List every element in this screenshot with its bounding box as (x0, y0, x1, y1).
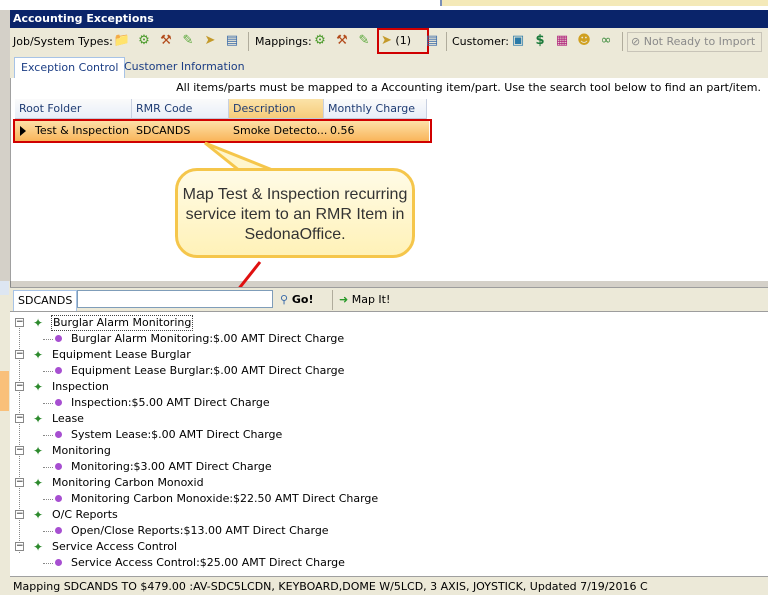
tree-item[interactable]: Monitoring:$3.00 AMT Direct Charge (10, 459, 510, 475)
status-bar: Mapping SDCANDS TO $479.00 :AV-SDC5LCDN,… (10, 576, 768, 595)
map-it-button[interactable]: ➜ Map It! (332, 290, 390, 310)
item-bullet-icon (55, 399, 62, 406)
collapse-icon[interactable]: − (15, 382, 24, 391)
folder-icon: ✦ (32, 412, 44, 426)
tree-category-label: O/C Reports (52, 508, 118, 521)
collapse-icon[interactable]: − (15, 542, 24, 551)
tree-item-label: Open/Close Reports:$13.00 AMT Direct Cha… (71, 524, 329, 537)
tree-item-label: Equipment Lease Burglar:$.00 AMT Direct … (71, 364, 345, 377)
collapse-icon[interactable]: − (15, 510, 24, 519)
tree-item-label: Burglar Alarm Monitoring:$.00 AMT Direct… (71, 332, 345, 345)
folder-icon: ✦ (32, 476, 44, 490)
item-bullet-icon (55, 367, 62, 374)
tree-category-label: Equipment Lease Burglar (52, 348, 191, 361)
tree-category-label: Monitoring Carbon Monoxid (52, 476, 204, 489)
folder-icon: ✦ (32, 540, 44, 554)
folder-icon: ✦ (32, 348, 44, 362)
tree-category-monitoring-carbon-monoxid[interactable]: − ✦ Monitoring Carbon Monoxid (10, 475, 410, 491)
go-label: Go! (291, 293, 314, 306)
tree-category-monitoring[interactable]: − ✦ Monitoring (10, 443, 410, 459)
tree-category-inspection[interactable]: − ✦ Inspection (10, 379, 410, 395)
tree-item[interactable]: Burglar Alarm Monitoring:$.00 AMT Direct… (10, 331, 510, 347)
tree-item[interactable]: Open/Close Reports:$13.00 AMT Direct Cha… (10, 523, 510, 539)
arrow-right-icon: ➜ (339, 293, 349, 306)
tree-item-label: Monitoring:$3.00 AMT Direct Charge (71, 460, 272, 473)
item-bullet-icon (55, 559, 62, 566)
tree-category-service-access-control[interactable]: − ✦ Service Access Control (10, 539, 410, 555)
collapse-icon[interactable]: − (15, 350, 24, 359)
tree-category-label: Lease (52, 412, 84, 425)
tree-category-label: Service Access Control (52, 540, 178, 553)
search-toolbar: SDCANDS ⚲ Go! ➜ Map It! (10, 287, 768, 312)
go-button[interactable]: ⚲ Go! (280, 290, 314, 310)
tree-item[interactable]: Equipment Lease Burglar:$.00 AMT Direct … (10, 363, 510, 379)
folder-icon: ✦ (32, 444, 44, 458)
item-bullet-icon (55, 527, 62, 534)
tree-item-label: Service Access Control:$25.00 AMT Direct… (71, 556, 345, 569)
item-bullet-icon (55, 463, 62, 470)
folder-icon: ✦ (32, 380, 44, 394)
tree-item[interactable]: Service Access Control:$25.00 AMT Direct… (10, 555, 510, 571)
collapse-icon[interactable]: − (15, 478, 24, 487)
tree-category-lease[interactable]: − ✦ Lease (10, 411, 410, 427)
folder-icon: ✦ (32, 508, 44, 522)
tree-category-label: Inspection (52, 380, 109, 393)
rmr-item-tree: − ✦ Burglar Alarm Monitoring Burglar Ala… (10, 311, 768, 577)
callout-note: Map Test & Inspection recurring service … (175, 168, 415, 258)
search-tab-label[interactable]: SDCANDS (13, 290, 78, 312)
search-input[interactable] (77, 290, 273, 308)
tree-category-equipment-lease-burglar[interactable]: − ✦ Equipment Lease Burglar (10, 347, 410, 363)
tree-item-label: Monitoring Carbon Monoxide:$22.50 AMT Di… (71, 492, 379, 505)
item-bullet-icon (55, 495, 62, 502)
tree-category-burglar-alarm-monitoring[interactable]: − ✦ Burglar Alarm Monitoring (10, 315, 410, 331)
map-it-label: Map It! (351, 293, 391, 306)
collapse-icon[interactable]: − (15, 414, 24, 423)
tree-item[interactable]: System Lease:$.00 AMT Direct Charge (10, 427, 510, 443)
tree-item[interactable]: Inspection:$5.00 AMT Direct Charge (10, 395, 510, 411)
item-bullet-icon (55, 431, 62, 438)
tree-category-label: Monitoring (52, 444, 111, 457)
search-icon: ⚲ (280, 293, 289, 306)
tree-item-label: Inspection:$5.00 AMT Direct Charge (71, 396, 270, 409)
tree-category-label: Burglar Alarm Monitoring (51, 315, 194, 331)
tree-item[interactable]: Monitoring Carbon Monoxide:$22.50 AMT Di… (10, 491, 510, 507)
tree-item-label: System Lease:$.00 AMT Direct Charge (71, 428, 283, 441)
folder-icon: ✦ (32, 316, 44, 330)
collapse-icon[interactable]: − (15, 446, 24, 455)
item-bullet-icon (55, 335, 62, 342)
tree-category-oc-reports[interactable]: − ✦ O/C Reports (10, 507, 410, 523)
collapse-icon[interactable]: − (15, 318, 24, 327)
